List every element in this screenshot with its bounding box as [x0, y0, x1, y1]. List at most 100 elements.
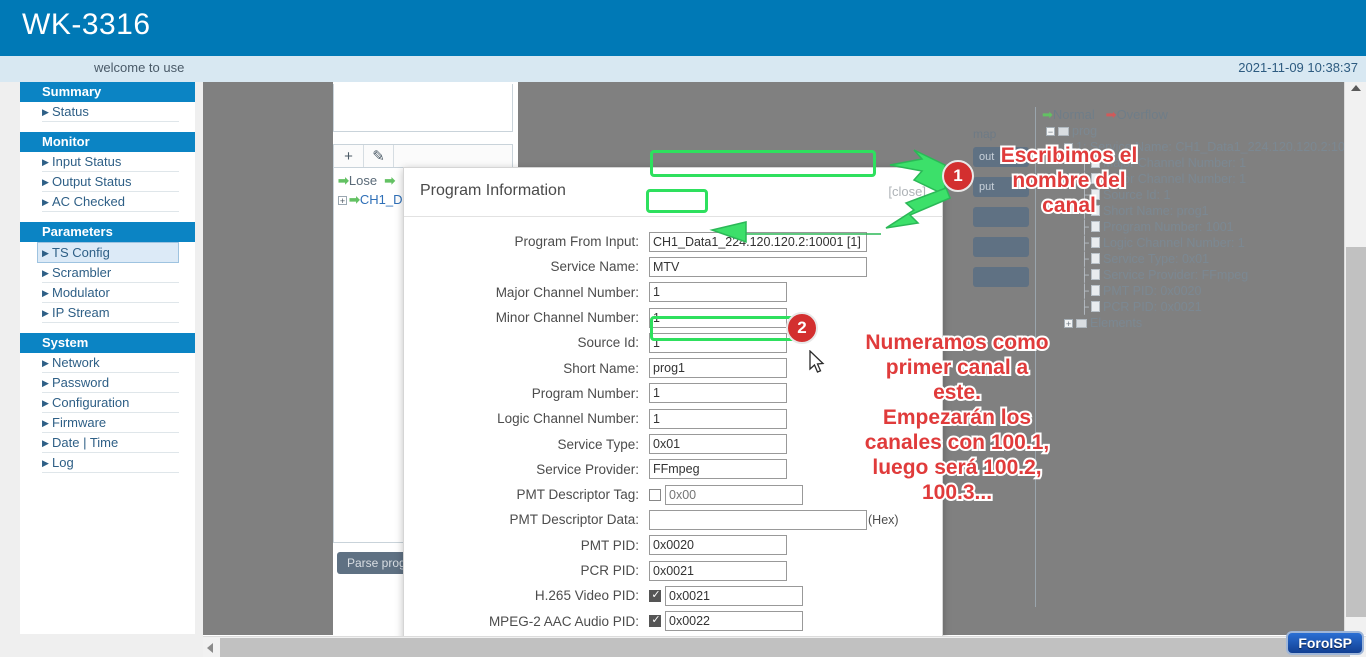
caret-icon: ▶ — [42, 197, 49, 207]
sidebar-item-ac-checked[interactable]: ▶ AC Checked — [42, 192, 179, 212]
sidebar-item-firmware[interactable]: ▶ Firmware — [42, 413, 179, 433]
horizontal-scrollbar[interactable] — [203, 636, 1366, 657]
short-name-field[interactable] — [649, 358, 787, 379]
program-from-input-field[interactable] — [649, 231, 867, 252]
arrow-icon: ➡ — [380, 173, 396, 188]
tree-row-elements[interactable]: + Elements — [1042, 315, 1366, 331]
sidebar-item-status[interactable]: ▶ Status — [42, 102, 179, 122]
collapse-icon[interactable]: − — [1064, 143, 1073, 153]
arrow-icon: ➡ — [338, 173, 349, 188]
pmt-descriptor-data-field[interactable] — [649, 509, 867, 530]
sidebar-label: Input Status — [52, 154, 122, 169]
field-source-id: Source Id: — [404, 330, 942, 355]
document-icon — [1091, 301, 1100, 312]
tree-row-prog[interactable]: − prog — [1042, 123, 1366, 139]
scroll-left-icon[interactable] — [207, 643, 213, 653]
sidebar-item-scrambler[interactable]: ▶ Scrambler — [42, 263, 179, 283]
scroll-up-icon[interactable] — [1351, 85, 1361, 91]
field-service-provider: Service Provider: — [404, 457, 942, 482]
tree-row-service-provider: ├ Service Provider: FFmpeg — [1042, 267, 1366, 283]
sidebar-item-configuration[interactable]: ▶ Configuration — [42, 393, 179, 413]
sidebar-item-network[interactable]: ▶ Network — [42, 353, 179, 373]
caret-icon: ▶ — [42, 268, 49, 278]
vertical-scroll-thumb[interactable] — [1346, 247, 1366, 617]
output-chip-4[interactable] — [973, 237, 1029, 257]
program-number-field[interactable] — [649, 383, 787, 404]
tree-row-service-type: ├ Service Type: 0x01 — [1042, 251, 1366, 267]
pcr-pid-field[interactable] — [649, 560, 787, 581]
welcome-text: welcome to use — [94, 60, 185, 75]
tree-branch-icon: ├ — [1080, 172, 1089, 186]
expand-icon[interactable]: + — [1064, 319, 1073, 329]
field-label: PMT Descriptor Data: — [509, 512, 639, 528]
sidebar-item-ip-stream[interactable]: ▶ IP Stream — [42, 303, 179, 323]
sidebar-label: Firmware — [52, 415, 107, 430]
sidebar-label: Scrambler — [52, 265, 112, 280]
tree-branch-icon: ├ — [1080, 156, 1089, 170]
pmt-descriptor-tag-field[interactable] — [665, 484, 803, 505]
tree-row-label: Major Channel Number: 1 — [1103, 156, 1247, 170]
sidebar-item-output-status[interactable]: ▶ Output Status — [42, 172, 179, 192]
expand-icon[interactable]: + — [338, 196, 347, 206]
app-header: WK-3316 — [0, 0, 1366, 56]
plus-icon[interactable]: + — [334, 145, 364, 167]
tree-row-label: prog — [1072, 124, 1098, 138]
field-control — [649, 231, 867, 252]
sidebar-item-password[interactable]: ▶ Password — [42, 373, 179, 393]
document-icon — [1091, 221, 1100, 232]
field-h265-video-pid: H.265 Video PID: — [404, 583, 942, 608]
tree-row-service[interactable]: −1: Service Name: CH1_Data1_224.120.120.… — [1042, 139, 1366, 155]
close-link[interactable]: [close] — [888, 184, 926, 199]
program-information-dialog: Program Information [close] Program From… — [403, 167, 943, 657]
sidebar-item-date-time[interactable]: ▶ Date | Time — [42, 433, 179, 453]
h265-video-pid-field[interactable] — [665, 585, 803, 606]
tree-row-label: Program Number: 1001 — [1103, 220, 1234, 234]
pmt-descriptor-tag-checkbox[interactable] — [649, 488, 661, 501]
service-provider-field[interactable] — [649, 459, 787, 480]
sidebar-label: Status — [52, 104, 89, 119]
vertical-scrollbar[interactable] — [1344, 82, 1366, 635]
program-tree: ➡Normal ➡Overflow − prog −1: Service Name… — [1035, 107, 1366, 607]
pencil-icon[interactable]: ✎ — [364, 145, 394, 167]
tree-channel-label: CH1_D — [359, 192, 403, 207]
sidebar-item-modulator[interactable]: ▶ Modulator — [42, 283, 179, 303]
document-icon — [1091, 189, 1100, 200]
output-chip-3[interactable] — [973, 207, 1029, 227]
field-mpeg2-aac-audio-pid: MPEG-2 AAC Audio PID: — [404, 608, 942, 633]
document-icon — [1091, 269, 1100, 280]
logic-channel-number-field[interactable] — [649, 408, 787, 429]
h265-video-pid-checkbox[interactable] — [649, 588, 662, 602]
output-chip-2[interactable]: put — [973, 177, 1029, 197]
pmt-pid-field[interactable] — [649, 535, 787, 556]
folder-icon — [1058, 127, 1069, 136]
output-chip-5[interactable] — [973, 267, 1029, 287]
horizontal-scroll-thumb[interactable] — [220, 638, 1350, 657]
tree-row-label: Logic Channel Number: 1 — [1103, 236, 1245, 250]
sidebar-item-ts-config[interactable]: ▶ TS Config — [37, 242, 179, 263]
field-label: Service Provider: — [536, 461, 639, 477]
tree-row-label: Short Name: prog1 — [1103, 204, 1209, 218]
document-icon — [1091, 285, 1100, 296]
source-id-field[interactable] — [649, 332, 787, 353]
folder-icon — [1076, 319, 1087, 328]
major-channel-number-field[interactable] — [649, 282, 787, 303]
mpeg2-aac-audio-pid-checkbox[interactable] — [649, 613, 662, 628]
output-toolbar-column: map out put — [973, 127, 1031, 297]
field-pcr-pid: PCR PID: — [404, 558, 942, 583]
caret-icon: ▶ — [42, 378, 49, 388]
sidebar-section-parameters: Parameters — [20, 222, 195, 242]
service-name-field[interactable] — [649, 256, 867, 277]
collapse-icon[interactable]: − — [1046, 127, 1055, 137]
caret-icon: ▶ — [42, 157, 49, 167]
app-title: WK-3316 — [22, 8, 151, 41]
document-icon — [1091, 173, 1100, 184]
sidebar-item-input-status[interactable]: ▶ Input Status — [42, 152, 179, 172]
service-type-field[interactable] — [649, 434, 787, 455]
tree-row-label: Service Provider: FFmpeg — [1103, 268, 1249, 282]
sidebar-item-log[interactable]: ▶ Log — [42, 453, 179, 473]
output-program-panel: map out put ➡Normal ➡Overflow − prog −1: … — [973, 82, 1366, 635]
output-chip-1[interactable]: out — [973, 147, 1029, 167]
mpeg2-aac-audio-pid-field[interactable] — [665, 611, 803, 632]
minor-channel-number-field[interactable] — [649, 307, 787, 328]
